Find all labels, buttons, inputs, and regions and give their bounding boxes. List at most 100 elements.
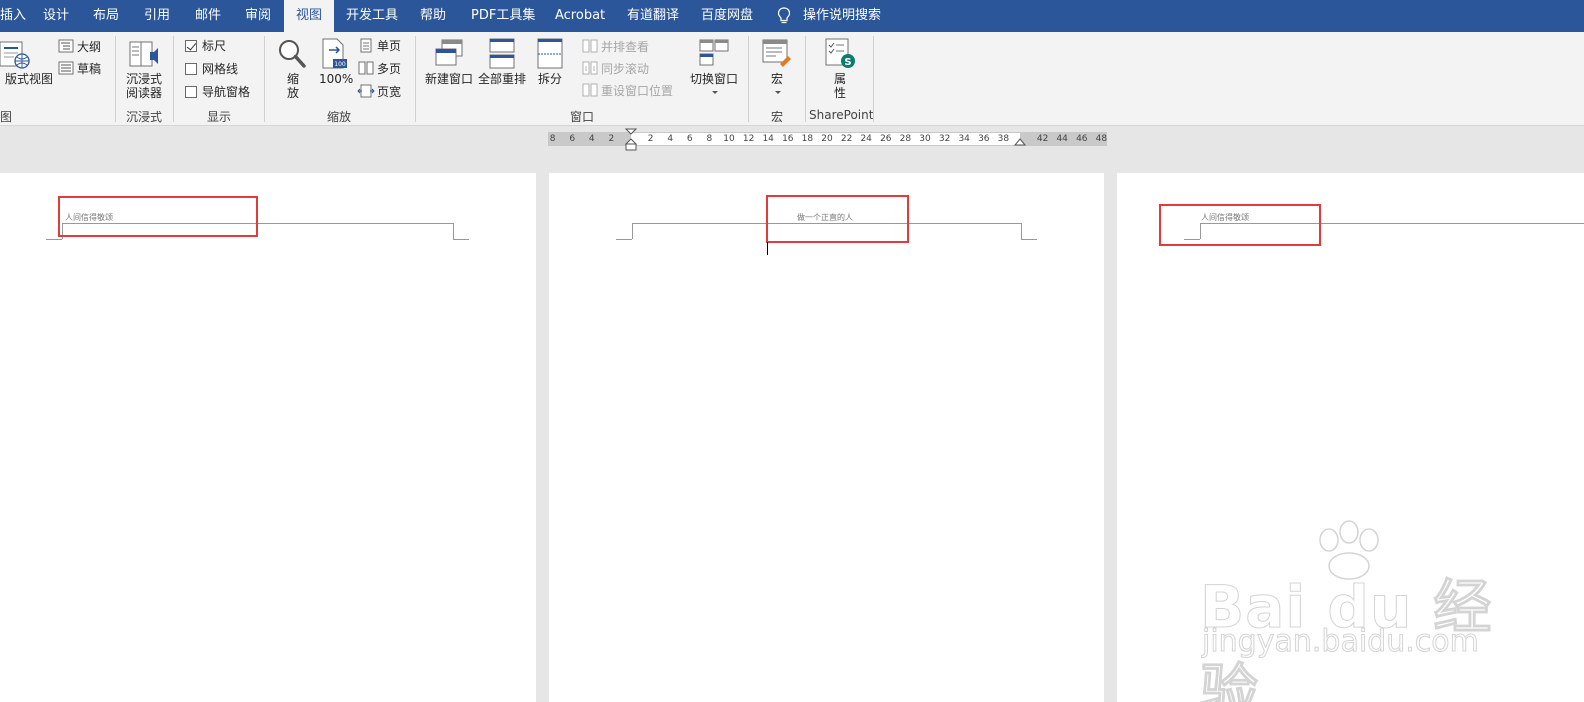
ruler-tick-label: 14 (762, 134, 774, 144)
macros-icon (762, 39, 791, 67)
ruler-tick-label: 16 (782, 134, 794, 144)
tab-view[interactable]: 视图 (284, 0, 335, 32)
chevron-down-icon (775, 91, 781, 94)
ruler-tick-label: 8 (706, 134, 713, 144)
tab-pdf-tools[interactable]: PDF工具集 (471, 0, 535, 32)
reset-window-position-button[interactable]: 重设窗口位置 (601, 84, 673, 98)
split-icon (537, 38, 563, 69)
ruler-tick-label: 46 (1076, 134, 1088, 144)
right-indent-marker-icon[interactable] (1014, 138, 1026, 148)
ruler-tick-label: 10 (723, 134, 735, 144)
tell-me-search[interactable]: 操作说明搜索 (803, 0, 881, 32)
ruler-tick-label: 8 (549, 134, 556, 144)
ruler-label: 标尺 (202, 39, 227, 53)
group-divider (415, 36, 416, 122)
zoom-magnifier-icon (279, 40, 306, 68)
zoom-button[interactable]: 缩 放 (287, 72, 299, 100)
new-window-button[interactable]: 新建窗口 (425, 72, 473, 86)
ruler-tick-label: 6 (686, 134, 693, 144)
tab-layout[interactable]: 布局 (93, 0, 119, 32)
document-page-1[interactable]: 人间信得敬颂 (0, 173, 536, 702)
draft-button[interactable]: 草稿 (77, 62, 101, 76)
zoom-100-button[interactable]: 100% (319, 72, 353, 86)
horizontal-ruler[interactable]: 8 6 4 2 2 4 6 8 10 12 14 16 18 20 22 24 26 28 30 32 34 36 38 42… (548, 128, 1107, 151)
sync-scroll-button[interactable]: 同步滚动 (601, 62, 649, 76)
one-page-button[interactable]: 单页 (377, 39, 401, 53)
switch-windows-button[interactable]: 切换窗口 (690, 72, 738, 86)
header-rule (46, 239, 62, 240)
tab-review[interactable]: 审阅 (245, 0, 271, 32)
multiple-pages-button[interactable]: 多页 (377, 62, 401, 76)
print-layout-button[interactable]: 版式视图 (5, 72, 53, 86)
svg-text:100: 100 (334, 61, 346, 68)
chevron-down-icon (712, 91, 718, 94)
show-group-label: 显示 (207, 110, 232, 124)
ruler-tick-label: 26 (880, 134, 892, 144)
print-layout-icon (0, 41, 30, 69)
tab-insert[interactable]: 插入 (0, 0, 26, 32)
ruler-checkbox[interactable] (185, 40, 197, 52)
header-rule (453, 239, 469, 240)
tab-mailings[interactable]: 邮件 (195, 0, 221, 32)
header-rule (453, 223, 454, 239)
gridlines-checkbox[interactable] (185, 63, 197, 75)
ribbon-view: 版式视图 大纲 草稿 图 沉浸式 阅读器 沉浸式 标尺 网格线 导航窗格 显示 (0, 32, 1584, 126)
tab-acrobat[interactable]: Acrobat (555, 0, 605, 32)
side-by-side-icon (582, 39, 598, 53)
tab-youdao[interactable]: 有道翻译 (627, 0, 679, 32)
one-page-icon (360, 38, 372, 53)
highlight-box (1159, 204, 1321, 246)
views-group-label: 图 (0, 110, 13, 124)
new-window-icon (435, 39, 463, 66)
multiple-pages-icon (358, 61, 374, 75)
group-divider (873, 36, 874, 122)
outline-icon (58, 39, 74, 53)
switch-windows-icon (699, 39, 729, 66)
side-by-side-button[interactable]: 并排查看 (601, 40, 649, 54)
zoom-group-label: 缩放 (327, 110, 352, 124)
ruler-tick-label: 12 (742, 134, 755, 144)
split-button[interactable]: 拆分 (538, 72, 562, 86)
ruler-tick-label: 20 (821, 134, 833, 144)
ruler-tick-label: 2 (608, 134, 615, 144)
arrange-all-button[interactable]: 全部重排 (478, 72, 526, 86)
group-divider (173, 36, 174, 122)
window-group-label: 窗口 (570, 110, 595, 124)
ruler-tick-label: 28 (899, 134, 912, 144)
svg-text:S: S (844, 57, 851, 68)
word-window: 插入 设计 布局 引用 邮件 审阅 视图 开发工具 帮助 PDF工具集 Acro… (0, 0, 1584, 702)
tab-design[interactable]: 设计 (43, 0, 69, 32)
ruler-tick-label: 42 (1036, 134, 1049, 144)
ruler-tick-label: 34 (958, 134, 970, 144)
page-width-button[interactable]: 页宽 (377, 85, 401, 99)
outline-button[interactable]: 大纲 (77, 40, 101, 54)
ruler-tick-label: 24 (860, 134, 872, 144)
group-divider (115, 36, 116, 122)
nav-pane-checkbox[interactable] (185, 86, 197, 98)
sharepoint-group-label: SharePoint (809, 108, 874, 122)
ribbon-tab-bar: 插入 设计 布局 引用 邮件 审阅 视图 开发工具 帮助 PDF工具集 Acro… (0, 0, 1584, 32)
indent-marker-icon[interactable] (625, 128, 637, 152)
macros-button[interactable]: 宏 (771, 72, 783, 86)
ruler-tick-label: 2 (647, 134, 654, 144)
baidu-jingyan-watermark: Bai du 经验 jingyan.baidu.com (1200, 520, 1500, 702)
header-rule (632, 223, 633, 239)
text-cursor (767, 242, 768, 255)
tab-help[interactable]: 帮助 (420, 0, 446, 32)
ruler-tick-label: 36 (978, 134, 990, 144)
tab-references[interactable]: 引用 (144, 0, 170, 32)
lightbulb-icon[interactable] (777, 7, 791, 25)
ruler-tick-label: 44 (1056, 134, 1068, 144)
immersive-reader-button[interactable]: 沉浸式 阅读器 (126, 72, 162, 100)
group-divider (805, 36, 806, 122)
document-page-2[interactable]: 做一个正直的人 (549, 173, 1104, 702)
immersive-reader-icon (129, 41, 158, 67)
page-width-icon (357, 84, 375, 98)
ruler-tick-label: 38 (997, 134, 1010, 144)
tab-developer[interactable]: 开发工具 (346, 0, 398, 32)
ruler-tick-label: 4 (667, 134, 674, 144)
tab-baidu-disk[interactable]: 百度网盘 (701, 0, 753, 32)
ruler-tick-label: 30 (919, 134, 931, 144)
header-rule (1021, 223, 1022, 239)
properties-button[interactable]: 属 性 (834, 72, 846, 100)
